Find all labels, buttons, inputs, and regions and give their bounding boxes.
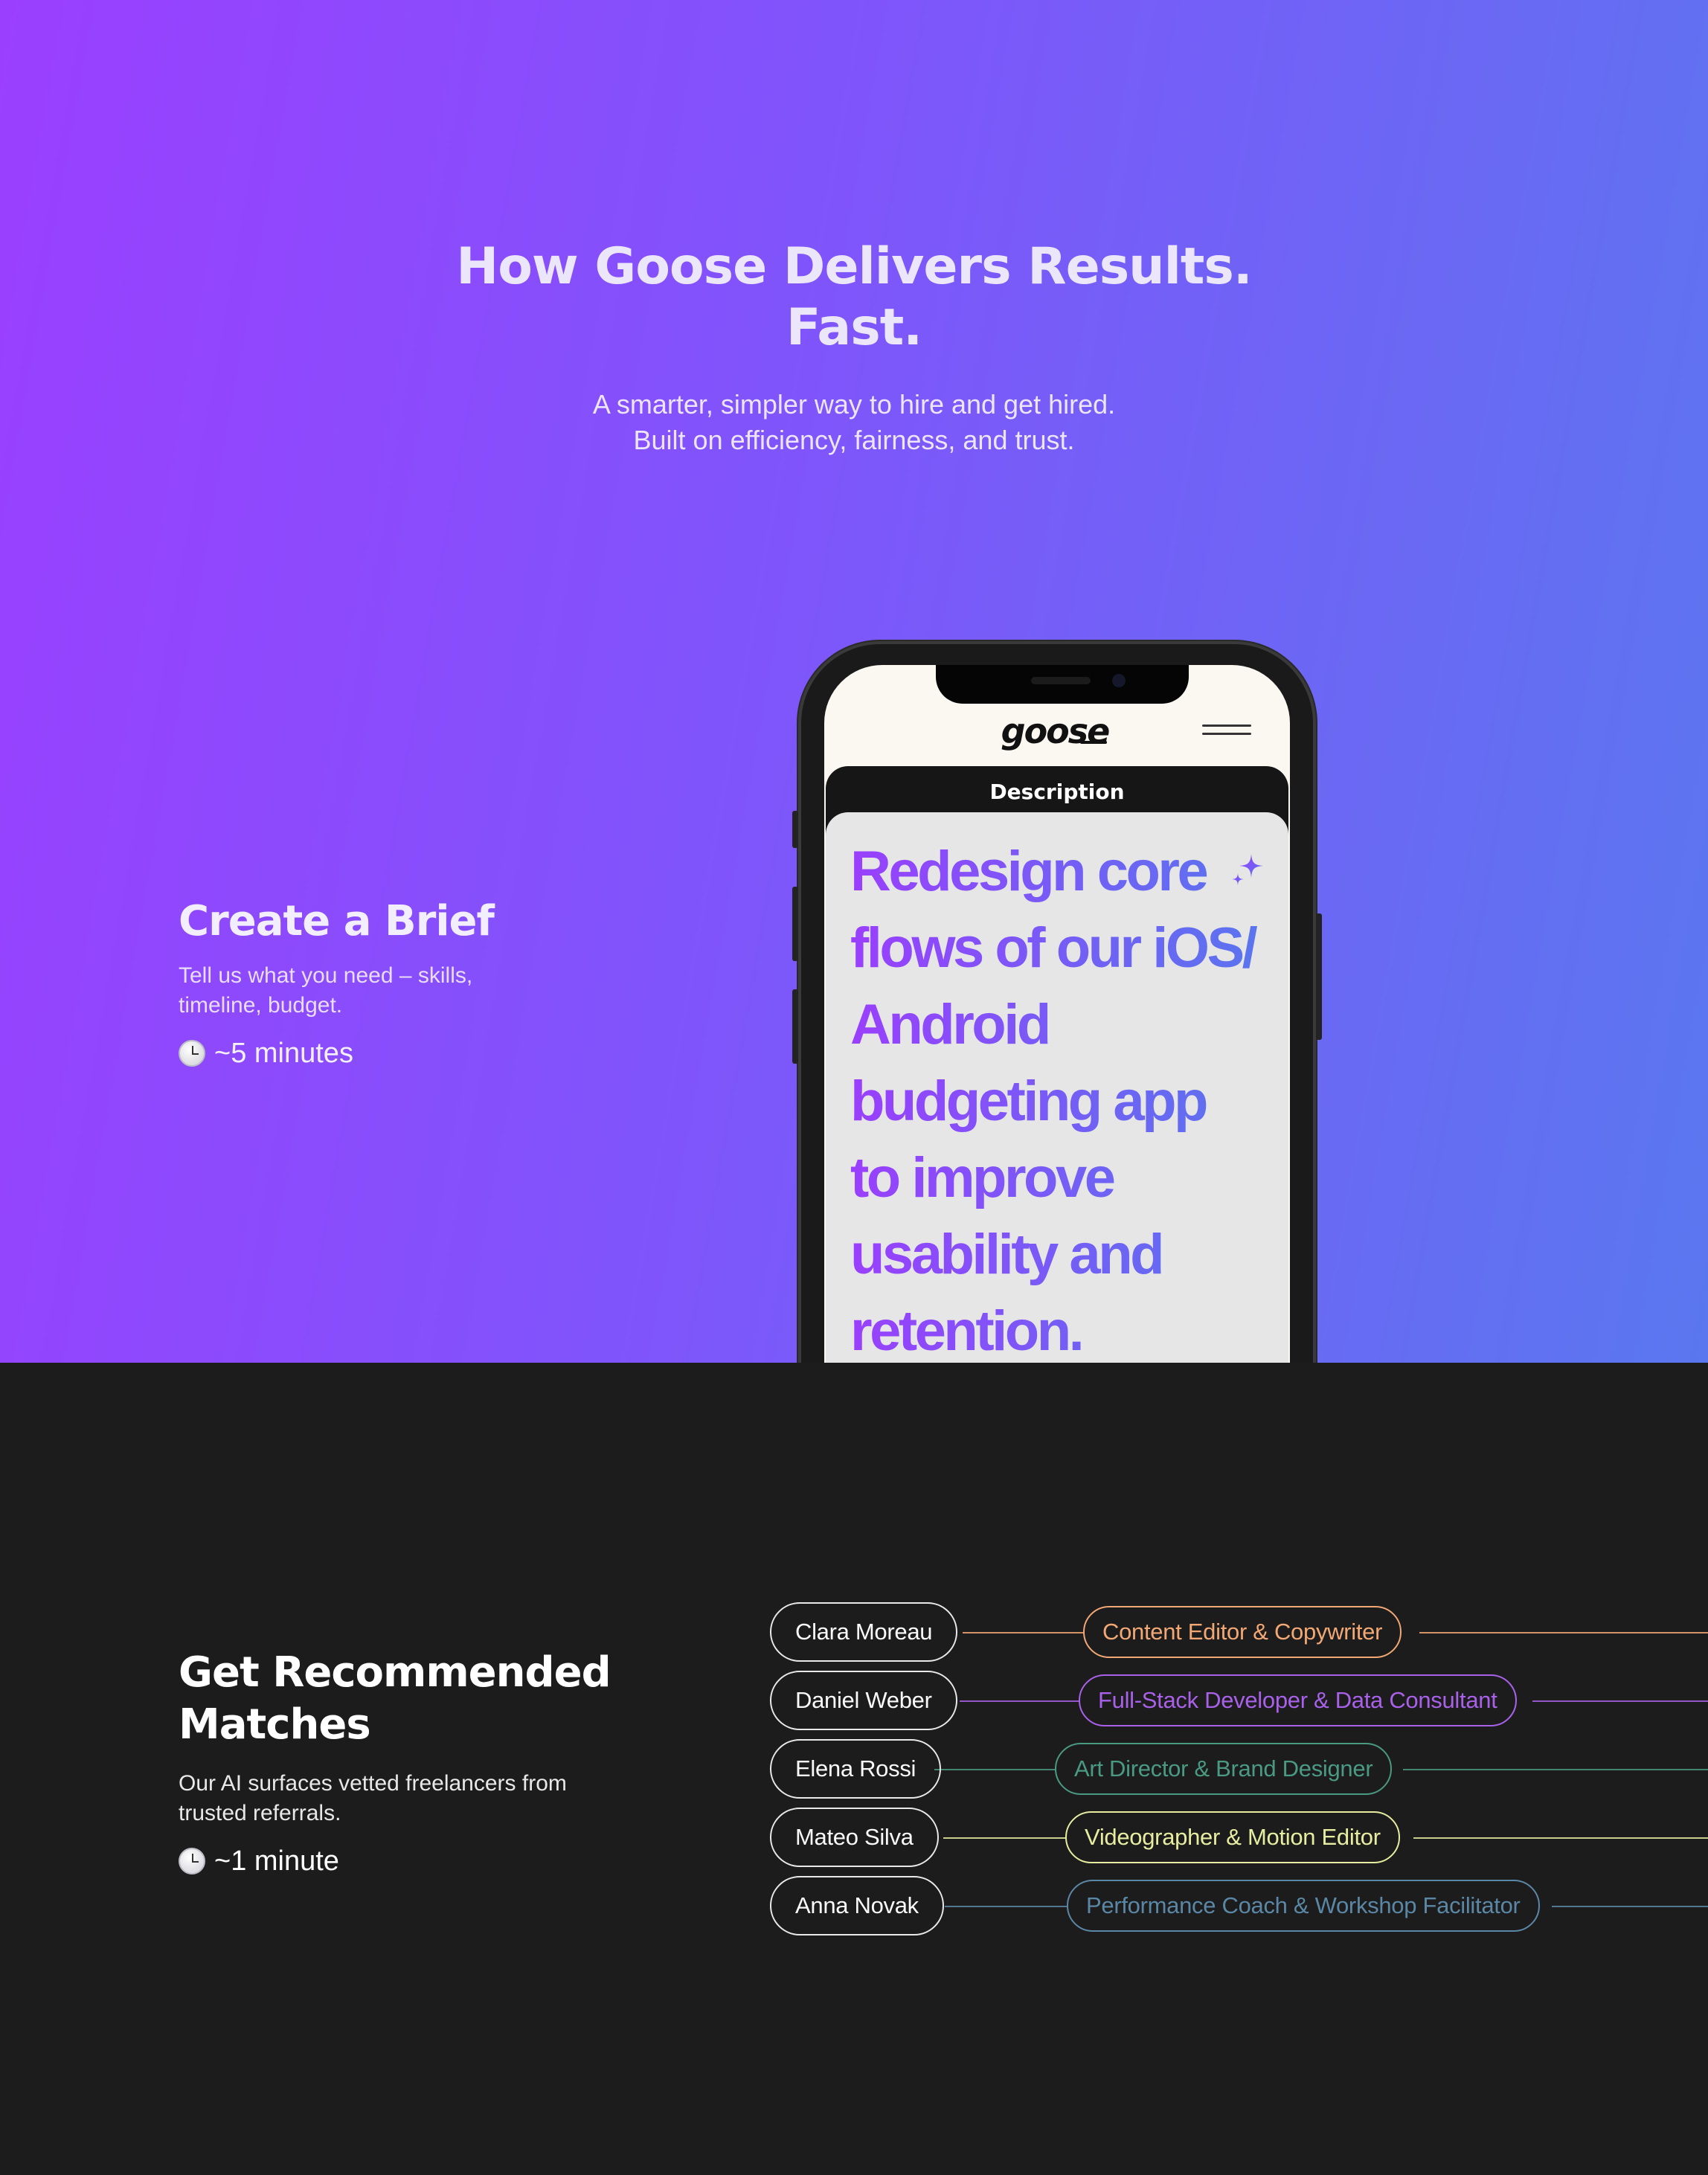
step-desc-line: Our AI surfaces vetted freelancers from	[179, 1771, 567, 1796]
hero-title: How Goose Delivers Results. Fast.	[408, 237, 1300, 359]
hero-title-line2: Fast.	[786, 298, 922, 357]
step-time-matches: ~1 minute	[179, 1843, 339, 1879]
step-desc-line: Tell us what you need – skills,	[179, 963, 473, 988]
phone-screen: goose Description Redesign core flows of…	[824, 665, 1290, 1363]
connector-line	[960, 1700, 1080, 1702]
connector-line	[963, 1632, 1085, 1633]
phone-notch	[936, 665, 1189, 704]
connector-line	[1419, 1632, 1708, 1633]
step-title-matches: Get Recommended Matches	[179, 1647, 611, 1751]
freelancer-role-pill[interactable]: Full-Stack Developer & Data Consultant	[1079, 1674, 1517, 1726]
connector-line	[943, 1837, 1067, 1839]
connector-line	[1532, 1700, 1708, 1702]
step-desc-create-brief: Tell us what you need – skills, timeline…	[179, 961, 472, 1021]
step-desc-line: trusted referrals.	[179, 1801, 341, 1825]
connector-line	[945, 1906, 1068, 1907]
phone-mockup: goose Description Redesign core flows of…	[792, 641, 1322, 1363]
hero-title-line1: How Goose Delivers Results.	[456, 237, 1252, 296]
clock-icon	[179, 1848, 205, 1874]
brief-card: Redesign core flows of our iOS/ Android …	[826, 812, 1288, 1363]
hero-subtitle-line1: A smarter, simpler way to hire and get h…	[592, 389, 1116, 420]
freelancer-role-pill[interactable]: Art Director & Brand Designer	[1055, 1743, 1393, 1795]
freelancer-name-pill[interactable]: Daniel Weber	[770, 1671, 957, 1730]
freelancer-name-pill[interactable]: Mateo Silva	[770, 1808, 939, 1867]
freelancer-name-pill[interactable]: Elena Rossi	[770, 1739, 942, 1799]
phone-volume-down	[792, 989, 798, 1064]
connector-line	[1403, 1769, 1708, 1770]
step-title-line: Get Recommended	[179, 1648, 611, 1697]
step-time-label: ~1 minute	[214, 1845, 339, 1877]
brief-text: Redesign core flows of our iOS/ Android …	[850, 833, 1267, 1363]
freelancer-name-pill[interactable]: Clara Moreau	[770, 1602, 958, 1662]
freelancer-role-pill[interactable]: Performance Coach & Workshop Facilitator	[1067, 1880, 1540, 1932]
freelancer-role-pill[interactable]: Videographer & Motion Editor	[1065, 1811, 1400, 1863]
sparkle-icon[interactable]	[1229, 851, 1266, 888]
freelancer-role-pill[interactable]: Content Editor & Copywriter	[1083, 1606, 1402, 1658]
hero-section: How Goose Delivers Results. Fast. A smar…	[0, 0, 1708, 1363]
connector-line	[1413, 1837, 1708, 1839]
phone-speaker	[1031, 677, 1091, 684]
clock-icon	[179, 1040, 205, 1067]
step-desc-matches: Our AI surfaces vetted freelancers from …	[179, 1769, 567, 1828]
step-time-label: ~5 minutes	[214, 1038, 353, 1069]
step-time-create-brief: ~5 minutes	[179, 1035, 353, 1071]
connector-line	[1552, 1906, 1708, 1907]
phone-camera	[1112, 674, 1126, 687]
phone-power-button	[1316, 913, 1322, 1040]
step-title-line: Matches	[179, 1700, 371, 1749]
logo-underline	[1080, 741, 1107, 744]
hero-subtitle: A smarter, simpler way to hire and get h…	[408, 387, 1300, 458]
step-desc-line: timeline, budget.	[179, 993, 343, 1018]
phone-silent-switch	[792, 811, 798, 848]
phone-volume-up	[792, 887, 798, 961]
matches-section: Get Recommended Matches Our AI surfaces …	[0, 1363, 1708, 2175]
menu-icon[interactable]	[1202, 725, 1251, 736]
freelancer-name-pill[interactable]: Anna Novak	[770, 1876, 944, 1935]
step-title-create-brief: Create a Brief	[179, 897, 495, 945]
hero-subtitle-line2: Built on efficiency, fairness, and trust…	[633, 425, 1075, 455]
goose-logo[interactable]: goose	[980, 711, 1129, 751]
connector-line	[934, 1769, 1056, 1770]
